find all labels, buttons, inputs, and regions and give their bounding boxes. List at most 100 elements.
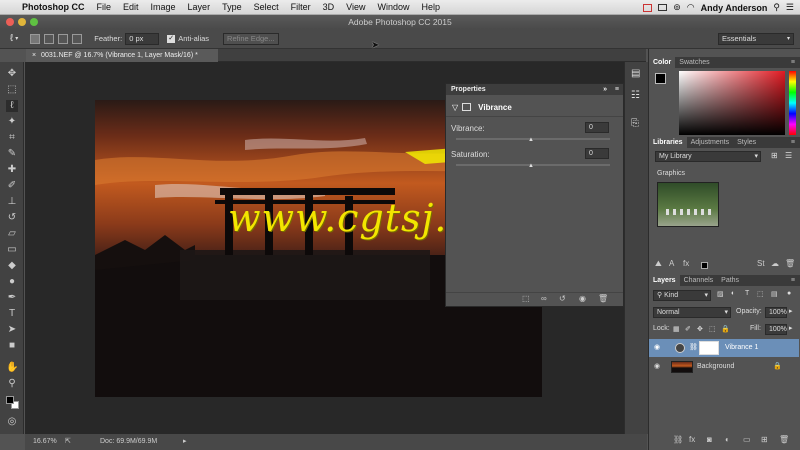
menu-file[interactable]: File <box>97 2 112 12</box>
paths-panel-icon[interactable]: ⎘ <box>631 118 639 129</box>
brush-tool-icon[interactable]: ✐ <box>6 180 18 192</box>
grid-view-icon[interactable]: ⊞ <box>771 151 778 160</box>
zoom-tool-icon[interactable]: ⚲ <box>6 378 18 390</box>
layer-visibility-icon[interactable]: ◉ <box>654 339 660 357</box>
workspace-dropdown[interactable]: Essentials ▾ <box>718 33 794 45</box>
fill-arrow-icon[interactable]: ▸ <box>789 324 793 332</box>
fill-input[interactable]: 100% <box>765 324 787 335</box>
clip-to-layer-icon[interactable]: ⬚ <box>522 294 530 303</box>
eyedropper-tool-icon[interactable]: ✎ <box>6 148 18 160</box>
history-panel-icon[interactable]: ▤ <box>631 68 640 79</box>
app-menu[interactable]: Photoshop CC <box>22 2 85 12</box>
move-tool-icon[interactable]: ✥ <box>6 68 18 80</box>
subtract-selection-icon[interactable] <box>58 33 69 44</box>
library-graphic-thumbnail[interactable] <box>657 182 719 227</box>
crop-tool-icon[interactable]: ⌗ <box>6 132 18 144</box>
antialias-checkbox[interactable]: ✓ <box>167 34 176 43</box>
user-name[interactable]: Andy Anderson <box>701 3 768 13</box>
marquee-tool-icon[interactable]: ⬚ <box>6 84 18 96</box>
hand-tool-icon[interactable]: ✋ <box>6 362 18 374</box>
saturation-input[interactable]: 0 <box>585 148 609 159</box>
new-layer-icon[interactable]: ⊞ <box>761 435 768 444</box>
filter-adjustment-icon[interactable]: ◐ <box>731 290 735 297</box>
vibrance-slider-thumb[interactable]: ▲ <box>528 137 534 143</box>
background-visibility-icon[interactable]: ◉ <box>654 358 660 376</box>
add-content-icon[interactable]: ⛰ <box>655 259 662 269</box>
menu-filter[interactable]: Filter <box>291 2 311 12</box>
new-adjustment-layer-icon[interactable]: ◐ <box>725 435 730 444</box>
filter-smart-object-icon[interactable]: ▤ <box>771 290 778 298</box>
layer-mask-icon[interactable] <box>462 103 472 111</box>
blend-mode-select[interactable]: Normal ▾ <box>653 307 731 318</box>
calendar-icon[interactable] <box>643 3 653 12</box>
filter-shape-icon[interactable]: ⬚ <box>757 290 764 298</box>
layer-row-vibrance[interactable]: ◉ ⛓ Vibrance 1 <box>649 339 799 357</box>
layer-style-icon[interactable]: fx <box>689 435 695 444</box>
menu-window[interactable]: Window <box>377 2 409 12</box>
tab-libraries[interactable]: Libraries <box>649 137 687 148</box>
lasso-tool-icon[interactable]: ℓ <box>6 100 18 112</box>
menu-view[interactable]: View <box>346 2 365 12</box>
reset-icon[interactable]: ↺ <box>559 294 566 303</box>
tab-adjustments[interactable]: Adjustments <box>687 137 734 148</box>
path-select-tool-icon[interactable]: ➤ <box>6 324 18 336</box>
stamp-tool-icon[interactable]: ⊥ <box>6 196 18 208</box>
libraries-menu-icon[interactable]: ≡ <box>787 137 799 148</box>
zoom-window-icon[interactable] <box>30 18 38 26</box>
menu-help[interactable]: Help <box>421 2 440 12</box>
layer-filter-select[interactable]: ⚲ Kind ▾ <box>653 290 711 301</box>
close-tab-icon[interactable]: × <box>32 52 36 59</box>
filter-pixel-icon[interactable]: ▨ <box>717 290 724 298</box>
healing-tool-icon[interactable]: ✚ <box>6 164 18 176</box>
intersect-selection-icon[interactable] <box>72 33 83 44</box>
lock-position-icon[interactable]: ✥ <box>697 325 703 333</box>
shape-tool-icon[interactable]: ■ <box>6 340 18 352</box>
vibrance-input[interactable]: 0 <box>585 122 609 133</box>
wifi-icon[interactable]: ◠ <box>687 2 695 13</box>
tab-styles[interactable]: Styles <box>733 137 760 148</box>
pen-tool-icon[interactable]: ✒ <box>6 292 18 304</box>
link-layers-icon[interactable]: ⛓ <box>673 435 683 444</box>
library-delete-icon[interactable]: 🗑 <box>785 259 795 268</box>
zoom-level[interactable]: 16.67% <box>33 434 57 450</box>
gradient-tool-icon[interactable]: ▭ <box>6 244 18 256</box>
lock-all-icon[interactable]: 🔒 <box>721 325 730 333</box>
stock-icon[interactable]: St <box>757 259 765 268</box>
color-swatches-small[interactable] <box>655 73 673 91</box>
preset-dropdown-icon[interactable]: ▾ <box>15 35 18 42</box>
add-selection-icon[interactable] <box>44 33 55 44</box>
quick-mask-icon[interactable]: ◎ <box>6 416 18 428</box>
share-icon[interactable]: ⇱ <box>65 434 71 450</box>
color-picker-field[interactable] <box>679 71 785 135</box>
new-selection-icon[interactable] <box>30 33 41 44</box>
library-select[interactable]: My Library ▾ <box>655 151 761 162</box>
close-window-icon[interactable] <box>6 18 14 26</box>
menu-edit[interactable]: Edit <box>123 2 139 12</box>
hue-slider[interactable] <box>789 71 796 135</box>
tab-paths[interactable]: Paths <box>717 275 743 286</box>
properties-panel-icon[interactable]: ☷ <box>631 90 640 101</box>
lasso-preset-icon[interactable]: ℓ <box>10 33 13 44</box>
tab-channels[interactable]: Channels <box>680 275 718 286</box>
collapse-panel-icon[interactable]: » <box>603 84 607 95</box>
history-brush-icon[interactable]: ↺ <box>6 212 18 224</box>
saturation-slider-thumb[interactable]: ▲ <box>528 163 534 169</box>
minimize-window-icon[interactable] <box>18 18 26 26</box>
tab-color[interactable]: Color <box>649 57 676 68</box>
filter-type-icon[interactable]: T <box>745 290 749 297</box>
eraser-tool-icon[interactable]: ▱ <box>6 228 18 240</box>
lock-image-icon[interactable]: ✐ <box>685 325 691 333</box>
layer-mask-thumbnail[interactable] <box>699 341 719 355</box>
layer-row-background[interactable]: ◉ Background 🔒 <box>649 358 799 376</box>
foreground-background-swatch[interactable] <box>6 396 19 409</box>
visibility-icon[interactable]: ◉ <box>579 294 586 303</box>
screen-icon[interactable] <box>658 4 668 11</box>
lock-artboard-icon[interactable]: ⬚ <box>709 325 716 333</box>
cloud-sync-icon[interactable]: ☁ <box>771 259 779 268</box>
add-mask-icon[interactable]: ◙ <box>707 435 712 444</box>
opacity-arrow-icon[interactable]: ▸ <box>789 307 793 315</box>
delete-icon[interactable]: 🗑 <box>598 294 608 303</box>
magic-wand-tool-icon[interactable]: ✦ <box>6 116 18 128</box>
menu-3d[interactable]: 3D <box>323 2 335 12</box>
lock-transparent-icon[interactable]: ▦ <box>673 325 680 333</box>
